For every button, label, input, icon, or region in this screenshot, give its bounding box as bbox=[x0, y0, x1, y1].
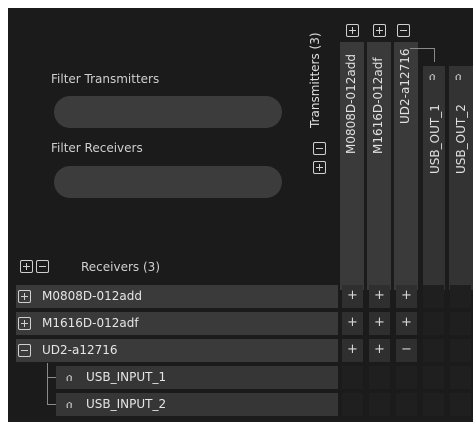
matrix-cell[interactable] bbox=[423, 339, 444, 362]
matrix-cell[interactable]: + bbox=[369, 339, 390, 362]
receiver-tree-line bbox=[47, 363, 48, 405]
collapse-all-transmitters-icon[interactable] bbox=[313, 142, 326, 155]
channel-row-2-label: USB_INPUT_2 bbox=[86, 397, 167, 411]
matrix-cell[interactable] bbox=[450, 366, 471, 389]
transmitter-column-2[interactable]: M1616D-012adf bbox=[367, 42, 391, 290]
receiver-row-2-expand-icon[interactable] bbox=[18, 317, 31, 330]
matrix-cell[interactable] bbox=[369, 366, 390, 389]
transmitters-header-count: (3) bbox=[308, 32, 322, 50]
matrix-cell[interactable] bbox=[423, 366, 444, 389]
filter-receivers-input[interactable] bbox=[54, 166, 282, 198]
channel-column-1-label: USB_OUT_1 bbox=[428, 104, 442, 174]
transmitter-column-2-label: M1616D-012adf bbox=[371, 57, 385, 154]
transmitter-column-1[interactable]: M0808D-012add bbox=[340, 42, 364, 290]
matrix-cell[interactable]: + bbox=[342, 312, 363, 335]
channel-column-2[interactable]: USB_OUT_2 ሰ bbox=[449, 66, 473, 290]
matrix-cell[interactable] bbox=[342, 393, 363, 416]
headphones-icon: ሰ bbox=[429, 70, 436, 83]
transmitter-column-3-label: UD2-a12716 bbox=[398, 48, 412, 124]
matrix-cell[interactable] bbox=[369, 393, 390, 416]
receiver-row-2-label: M1616D-012adf bbox=[42, 316, 139, 330]
matrix-cell[interactable]: + bbox=[369, 312, 390, 335]
headphones-icon: ሰ bbox=[66, 371, 73, 384]
matrix-cell[interactable] bbox=[423, 393, 444, 416]
matrix-cell[interactable] bbox=[342, 366, 363, 389]
matrix-cell[interactable] bbox=[396, 393, 417, 416]
filter-transmitters-label: Filter Transmitters bbox=[51, 72, 160, 86]
receiver-row-2[interactable]: M1616D-012adf bbox=[16, 312, 338, 335]
receiver-row-1[interactable]: M0808D-012add bbox=[16, 285, 338, 308]
matrix-cell[interactable] bbox=[450, 312, 471, 335]
channel-row-1[interactable]: ሰ USB_INPUT_1 bbox=[56, 366, 338, 389]
filter-receivers-label: Filter Receivers bbox=[51, 141, 143, 155]
matrix-cell[interactable] bbox=[450, 339, 471, 362]
matrix-cell[interactable] bbox=[450, 393, 471, 416]
headphones-icon: ሰ bbox=[455, 70, 462, 83]
matrix-cell[interactable] bbox=[423, 285, 444, 308]
transmitter-col-1-expand-icon[interactable] bbox=[346, 24, 359, 37]
channel-tree-line bbox=[410, 48, 434, 49]
channel-column-1[interactable]: USB_OUT_1 ሰ bbox=[423, 66, 445, 290]
matrix-cell[interactable]: + bbox=[396, 285, 417, 308]
matrix-cell[interactable] bbox=[396, 366, 417, 389]
transmitters-header: Transmitters (3) bbox=[308, 32, 322, 128]
headphones-icon: ሰ bbox=[66, 398, 73, 411]
expand-all-receivers-icon[interactable] bbox=[20, 260, 33, 273]
transmitter-column-3[interactable]: UD2-a12716 bbox=[394, 42, 418, 290]
transmitters-header-label: Transmitters bbox=[308, 53, 322, 128]
matrix-cell[interactable]: + bbox=[369, 285, 390, 308]
routing-matrix-panel: Filter Transmitters Filter Receivers Tra… bbox=[8, 8, 473, 422]
receiver-row-3-collapse-icon[interactable] bbox=[18, 344, 31, 357]
receivers-header-count: (3) bbox=[143, 260, 160, 274]
receivers-header-label: Receivers bbox=[81, 260, 140, 274]
channel-row-2[interactable]: ሰ USB_INPUT_2 bbox=[56, 393, 338, 416]
matrix-cell[interactable] bbox=[450, 285, 471, 308]
transmitter-col-3-collapse-icon[interactable] bbox=[397, 24, 410, 37]
matrix-cell[interactable]: + bbox=[396, 312, 417, 335]
channel-tree-line bbox=[434, 48, 435, 62]
channel-row-1-label: USB_INPUT_1 bbox=[86, 370, 167, 384]
receiver-row-1-expand-icon[interactable] bbox=[18, 290, 31, 303]
receiver-row-1-label: M0808D-012add bbox=[42, 289, 142, 303]
matrix-cell[interactable]: − bbox=[396, 339, 417, 362]
matrix-cell[interactable]: + bbox=[342, 285, 363, 308]
transmitter-column-1-label: M0808D-012add bbox=[344, 54, 358, 154]
collapse-all-receivers-icon[interactable] bbox=[36, 260, 49, 273]
transmitter-col-2-expand-icon[interactable] bbox=[373, 24, 386, 37]
receiver-row-3-label: UD2-a12716 bbox=[42, 343, 118, 357]
expand-all-transmitters-icon[interactable] bbox=[313, 161, 326, 174]
channel-column-2-label: USB_OUT_2 bbox=[454, 104, 468, 174]
receivers-header: Receivers (3) bbox=[81, 260, 160, 274]
filter-transmitters-input[interactable] bbox=[54, 96, 282, 128]
receiver-row-3[interactable]: UD2-a12716 bbox=[16, 339, 338, 362]
matrix-cell[interactable] bbox=[423, 312, 444, 335]
matrix-cell[interactable]: + bbox=[342, 339, 363, 362]
